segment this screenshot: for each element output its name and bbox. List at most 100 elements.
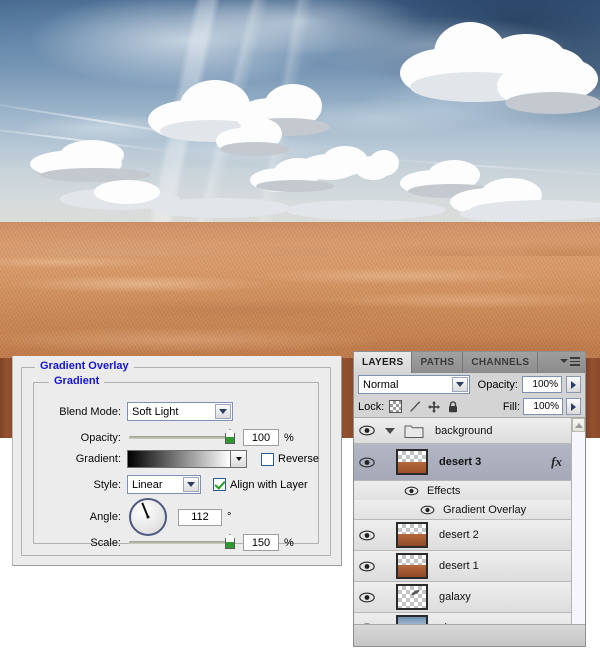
reverse-label: Reverse xyxy=(278,453,319,465)
lock-label: Lock: xyxy=(358,400,385,413)
layer-list: background desert 3 fx Effects Gradient … xyxy=(354,418,585,624)
tab-layers[interactable]: LAYERS xyxy=(354,352,413,373)
opacity-label: Opacity: xyxy=(80,431,121,444)
opacity-unit: % xyxy=(284,431,294,444)
layer-blend-mode-value: Normal xyxy=(363,378,399,391)
eye-icon xyxy=(358,591,375,603)
effects-label: Effects xyxy=(427,484,461,497)
visibility-toggle[interactable] xyxy=(354,551,379,581)
opacity-slider[interactable] xyxy=(129,429,235,444)
gradient-label: Gradient: xyxy=(75,453,121,465)
group-disclosure-triangle-icon[interactable] xyxy=(385,427,395,434)
gradient-overlay-title: Gradient Overlay xyxy=(35,360,134,372)
chevron-down-icon[interactable] xyxy=(215,404,231,419)
layer-blend-mode-select[interactable]: Normal xyxy=(358,375,470,394)
panel-opacity-input[interactable]: 100% xyxy=(522,376,562,393)
layer-row-desert-2[interactable]: desert 2 xyxy=(354,520,571,551)
scroll-up-button[interactable] xyxy=(572,418,585,432)
gradient-overlay-dialog: Gradient Overlay Gradient Blend Mode: So… xyxy=(12,356,342,566)
folder-icon xyxy=(404,423,424,439)
scrollbar-track[interactable] xyxy=(572,432,585,624)
layers-panel: LAYERS PATHS CHANNELS Normal Opacity: 10… xyxy=(353,351,586,647)
layer-name: desert 3 xyxy=(439,456,482,468)
fill-input[interactable]: 100% xyxy=(523,398,563,415)
layer-thumbnail[interactable] xyxy=(396,522,428,548)
angle-label: Angle: xyxy=(89,511,121,523)
layer-row-sky[interactable]: sky xyxy=(354,613,571,624)
eye-icon xyxy=(358,529,375,541)
document-canvas xyxy=(0,0,600,358)
opacity-input[interactable]: 100 xyxy=(243,429,279,446)
layer-list-scrollbar[interactable] xyxy=(571,418,585,624)
blend-mode-select[interactable]: Soft Light xyxy=(127,402,233,421)
layer-row-desert-3[interactable]: desert 3 fx xyxy=(354,444,571,481)
layer-name: desert 2 xyxy=(439,529,479,541)
layer-row-effects[interactable]: Effects xyxy=(354,481,571,500)
panel-menu-button[interactable] xyxy=(560,357,580,366)
panel-opacity-label: Opacity: xyxy=(477,378,518,391)
panel-tabstrip: LAYERS PATHS CHANNELS xyxy=(354,352,585,373)
angle-dial[interactable] xyxy=(129,498,167,536)
layer-thumbnail[interactable] xyxy=(396,449,428,475)
angle-input[interactable]: 112 xyxy=(178,508,222,526)
blend-mode-row: Normal Opacity: 100% xyxy=(354,373,585,396)
layer-thumbnail[interactable] xyxy=(396,553,428,579)
visibility-toggle[interactable] xyxy=(354,613,379,624)
gradient-picker-chevron-icon[interactable] xyxy=(231,450,247,468)
layer-thumbnail[interactable] xyxy=(396,615,428,624)
tab-paths[interactable]: PATHS xyxy=(412,352,464,373)
opacity-stepper-button[interactable] xyxy=(566,376,581,393)
layer-effects-fx-icon[interactable]: fx xyxy=(551,454,562,470)
blend-mode-label: Blend Mode: xyxy=(59,405,121,418)
reverse-checkbox[interactable] xyxy=(261,452,274,466)
layer-row-galaxy[interactable]: galaxy xyxy=(354,582,571,613)
lock-image-pixels-icon[interactable] xyxy=(408,400,422,414)
chevron-down-icon[interactable] xyxy=(451,377,468,392)
scale-unit: % xyxy=(284,536,294,549)
lock-row: Lock: Fill: 100% xyxy=(354,396,585,418)
align-with-layer-label: Align with Layer xyxy=(230,478,308,491)
eye-icon xyxy=(358,560,375,572)
layer-row-desert-1[interactable]: desert 1 xyxy=(354,551,571,582)
tab-channels[interactable]: CHANNELS xyxy=(463,352,539,373)
style-label: Style: xyxy=(93,478,121,491)
fill-label: Fill: xyxy=(502,400,520,413)
lock-transparent-pixels-icon[interactable] xyxy=(389,399,403,414)
angle-dial-center xyxy=(146,515,150,519)
gradient-group-title: Gradient xyxy=(49,375,105,387)
opacity-slider-thumb[interactable] xyxy=(225,429,235,444)
eye-icon[interactable] xyxy=(403,485,420,497)
layer-rows: background desert 3 fx Effects Gradient … xyxy=(354,418,571,624)
align-with-layer-checkbox[interactable] xyxy=(213,478,226,491)
effect-name: Gradient Overlay xyxy=(443,503,527,516)
lock-position-icon[interactable] xyxy=(427,400,441,414)
sand-grain-texture xyxy=(0,222,600,358)
visibility-toggle[interactable] xyxy=(354,444,379,480)
blend-mode-value: Soft Light xyxy=(132,405,179,418)
gradient-preview-bar[interactable] xyxy=(127,450,231,468)
scale-input[interactable]: 150 xyxy=(243,534,279,551)
workspace-backdrop-right xyxy=(586,358,600,438)
layers-panel-footer xyxy=(354,624,585,646)
layer-name: desert 1 xyxy=(439,560,479,572)
eye-icon xyxy=(358,425,375,437)
layer-row-background[interactable]: background xyxy=(354,418,571,444)
visibility-toggle[interactable] xyxy=(354,418,379,443)
layer-name: background xyxy=(435,424,493,437)
layer-row-gradient-overlay[interactable]: Gradient Overlay xyxy=(354,500,571,520)
layer-name: galaxy xyxy=(439,591,471,603)
visibility-toggle[interactable] xyxy=(354,520,379,550)
fill-stepper-button[interactable] xyxy=(566,398,581,415)
chevron-down-icon xyxy=(560,359,568,364)
scale-slider-thumb[interactable] xyxy=(225,534,235,549)
scale-slider[interactable] xyxy=(129,534,235,549)
lock-all-icon[interactable] xyxy=(446,400,460,414)
layer-thumbnail[interactable] xyxy=(396,584,428,610)
eye-icon[interactable] xyxy=(419,504,436,516)
eye-icon xyxy=(358,456,375,468)
angle-unit: ° xyxy=(227,511,232,523)
scale-label: Scale: xyxy=(90,536,121,549)
chevron-down-icon[interactable] xyxy=(183,477,199,492)
visibility-toggle[interactable] xyxy=(354,582,379,612)
style-select[interactable]: Linear xyxy=(127,475,201,494)
